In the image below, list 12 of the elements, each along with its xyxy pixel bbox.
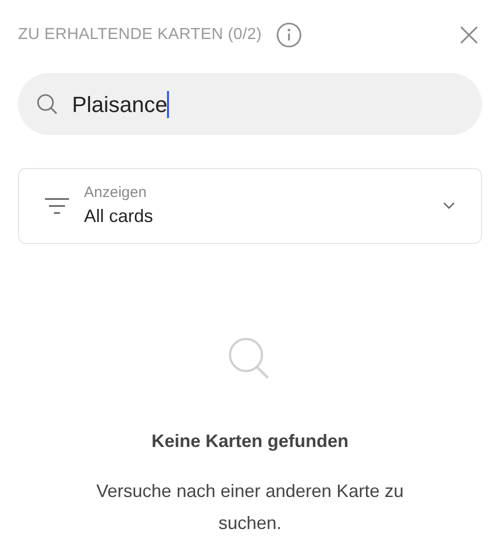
filter-value: All cards	[84, 205, 154, 228]
filter-label: Anzeigen	[84, 183, 148, 203]
filter-icon	[44, 197, 70, 215]
filter-dropdown[interactable]: Anzeigen All cards	[18, 168, 482, 244]
info-icon[interactable]	[276, 22, 302, 48]
dialog-title: ZU ERHALTENDE KARTEN (0/2)	[18, 25, 262, 45]
search-field[interactable]: Plaisance	[18, 73, 482, 135]
empty-state-message: Versuche nach einer anderen Karte zu suchen.	[95, 480, 405, 535]
search-icon	[36, 93, 58, 115]
chevron-down-icon	[443, 202, 455, 210]
close-icon[interactable]	[459, 25, 479, 45]
empty-state-title: Keine Karten gefunden	[151, 430, 349, 453]
